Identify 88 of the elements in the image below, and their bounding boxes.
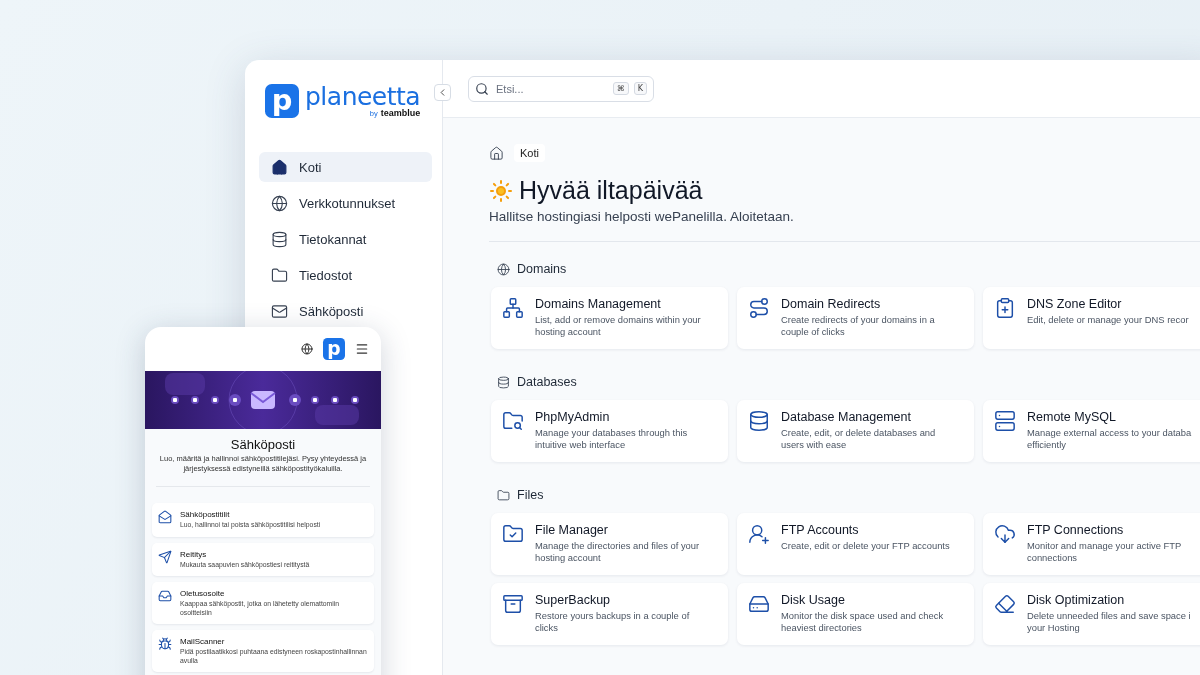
subtitle: Hallitse hostingiasi helposti wePanelilla. Aloitetaan. [489, 209, 795, 224]
breadcrumb-link[interactable]: Koti [514, 144, 545, 162]
bug-icon [158, 637, 172, 651]
card-title: Reititys [180, 549, 208, 559]
service-card[interactable]: Disk Usage Monitor the disk space used and check heaviest directories [737, 583, 974, 645]
mail-icon [271, 302, 288, 320]
card-title: Disk Optimization [1027, 593, 1126, 607]
shortcut-key: ⌘ [612, 82, 629, 95]
card-title: SuperBackup [535, 593, 612, 607]
card-description: List, add or remove domains within your hosting account [535, 314, 702, 338]
open-mail-icon [158, 510, 172, 524]
card-description: Monitor the disk space used and check heaviest directories [781, 610, 945, 634]
card-title: DNS Zone Editor [1027, 297, 1123, 311]
card-title: Database Management [781, 410, 912, 424]
database-icon [271, 230, 288, 248]
card-description: Delete unneeded files and save space i your Hosting [1027, 610, 1192, 634]
service-card[interactable]: Remote MySQL Manage external access to your databa efficiently [983, 400, 1200, 462]
card-title: Disk Usage [781, 593, 846, 607]
card-description: Edit, delete or manage your DNS recor [1027, 314, 1190, 326]
section-heading: Domains [517, 262, 567, 276]
sidebar-item[interactable]: Koti [259, 152, 432, 182]
page-title: Sähköposti [229, 437, 297, 452]
cloud-download-icon [994, 523, 1016, 545]
sidebar-item[interactable]: Sähköposti [259, 296, 432, 326]
card-description: Create, edit or delete your FTP accounts [781, 540, 951, 552]
card-title: Remote MySQL [1027, 410, 1117, 424]
brand-name: teamblue [380, 109, 421, 118]
card-title: Domains Management [535, 297, 662, 311]
service-card[interactable]: Domains Management List, add or remove domains within your hosting account [491, 287, 728, 349]
user-plus-icon [748, 523, 770, 545]
sidebar-item[interactable]: Tiedostot [259, 260, 432, 290]
card-title: Domain Redirects [781, 297, 882, 311]
card-title: FTP Connections [1027, 523, 1125, 537]
search-field[interactable]: Etsi... ⌘ K [468, 75, 654, 102]
card-description: Restore yours backups in a couple of clicks [535, 610, 691, 634]
menu-icon[interactable] [355, 342, 369, 356]
card-title: Sähköpostitilit [180, 510, 231, 519]
send-icon [158, 549, 172, 564]
card-title: FTP Accounts [781, 523, 860, 537]
card-description: Manage the directories and files of your hosting account [535, 540, 701, 564]
database-icon [748, 410, 770, 432]
card-title: Oletusosoite [180, 589, 226, 598]
search-icon [475, 81, 489, 96]
folder-search-icon [502, 410, 524, 432]
globe-icon[interactable] [301, 343, 313, 355]
section-heading: Files [517, 488, 544, 502]
greeting-heading: Hyvää iltapäivää [519, 176, 703, 205]
folder-icon [497, 488, 510, 502]
service-card[interactable]: SuperBackup Restore yours backups in a couple of clicks [491, 583, 728, 645]
inbox-icon [158, 589, 172, 603]
home-icon [489, 145, 504, 161]
network-icon [502, 297, 524, 319]
route-icon [748, 297, 770, 319]
folder-icon [271, 266, 288, 284]
card-description: Create redirects of your domains in a couple of clicks [781, 314, 936, 338]
service-card[interactable]: PhpMyAdmin Manage your databases through this intuitive web interface [491, 400, 728, 462]
clipboard-plus-icon [994, 297, 1016, 319]
service-card[interactable]: Domain Redirects Create redirects of your domains in a couple of clicks [737, 287, 974, 349]
home-icon [271, 158, 288, 176]
shortcut-key: K [633, 82, 647, 95]
database-icon [497, 375, 510, 389]
logo-mark: p [265, 84, 299, 118]
card-description: Manage your databases through this intuitive web interface [535, 427, 689, 451]
logo-mark: p [323, 338, 345, 360]
eraser-icon [994, 593, 1016, 615]
logo-name: planeetta [305, 84, 421, 109]
service-card[interactable]: DNS Zone Editor Edit, delete or manage your DNS recor [983, 287, 1200, 349]
card-description: Create, edit, or delete databases and users with ease [781, 427, 937, 451]
server-icon [994, 410, 1016, 432]
sun-icon [489, 178, 513, 203]
card-title: File Manager [535, 523, 609, 537]
card-description: Monitor and manage your active FTP connections [1027, 540, 1183, 564]
service-card[interactable]: FTP Connections Monitor and manage your active FTP connections [983, 513, 1200, 575]
service-card[interactable]: Database Management Create, edit, or delete databases and users with ease [737, 400, 974, 462]
globe-icon [497, 262, 510, 276]
hard-drive-icon [748, 593, 770, 615]
card-description: Manage external access to your databa efficiently [1027, 427, 1193, 451]
folder-check-icon [502, 523, 524, 545]
globe-icon [271, 194, 288, 212]
section-heading: Databases [517, 375, 577, 389]
sidebar-item[interactable]: Tietokannat [259, 224, 432, 254]
service-card[interactable]: File Manager Manage the directories and files of your hosting account [491, 513, 728, 575]
card-title: MailScanner [180, 637, 226, 646]
archive-icon [502, 593, 524, 615]
service-card[interactable]: FTP Accounts Create, edit or delete your FTP accounts [737, 513, 974, 575]
sidebar-item[interactable]: Verkkotunnukset [259, 188, 432, 218]
card-title: PhpMyAdmin [535, 410, 611, 424]
service-card[interactable]: Disk Optimization Delete unneeded files and save space i your Hosting [983, 583, 1200, 645]
